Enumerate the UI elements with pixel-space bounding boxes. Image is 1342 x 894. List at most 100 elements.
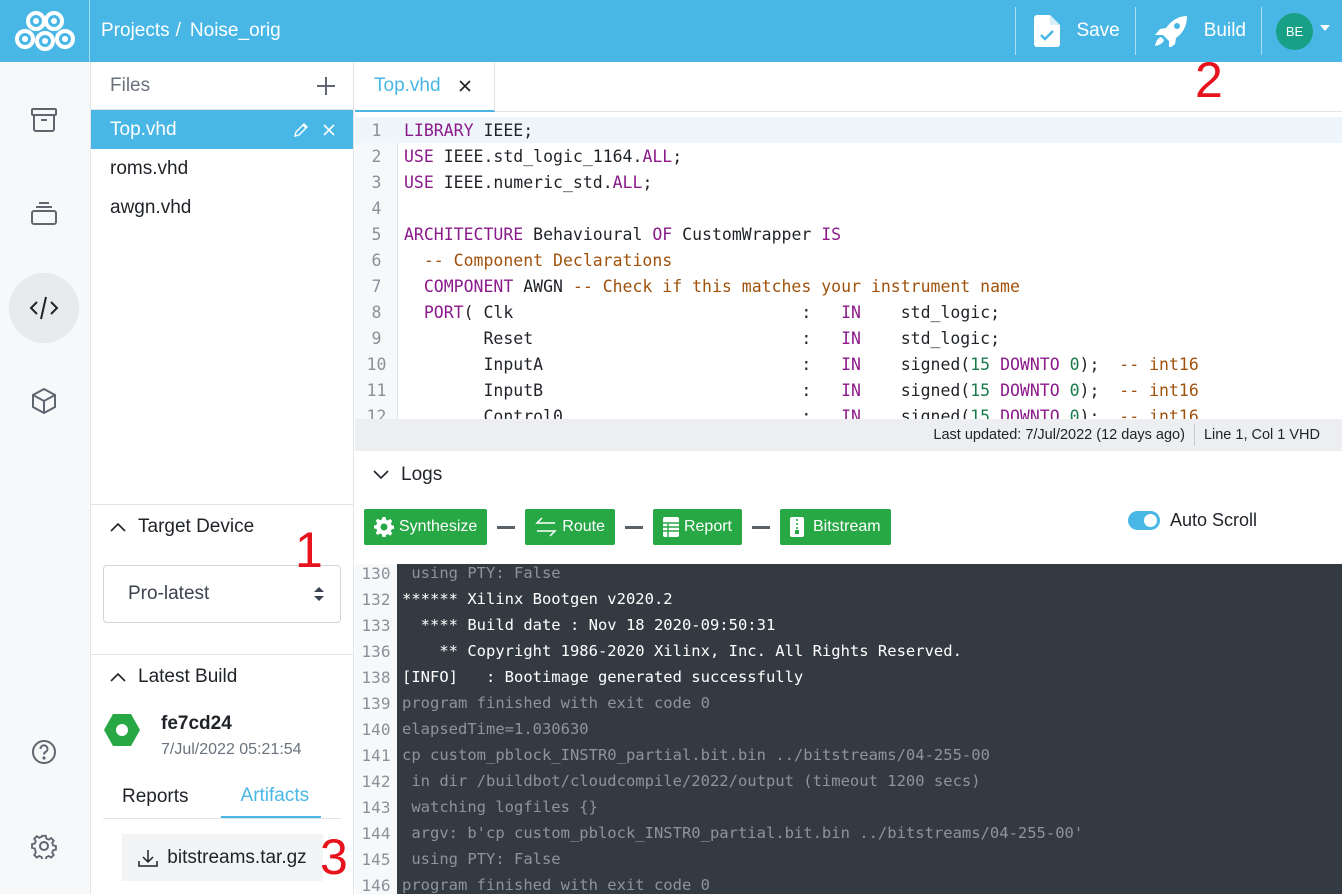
rail-item-code[interactable] [9,273,79,343]
log-line-number: 133 [361,615,391,635]
code-token: OF [652,224,673,244]
rail-item-help[interactable] [9,717,79,787]
step-route[interactable]: Route [525,509,615,545]
latest-build-title: Latest Build [138,666,238,687]
code-token: InputA : [404,354,842,374]
code-line: 9 Reset : IN std_logic; [355,325,1342,351]
top-bar: Projects / Noise_orig Save Build BE [0,0,1342,62]
step-report[interactable]: Report [652,509,742,545]
close-icon[interactable] [323,123,335,136]
code-token: IEEE.std_logic_1164. [433,146,643,166]
log-line-number: 145 [361,849,391,869]
step-label: Bitstream [813,518,881,535]
code-token: ; [672,146,683,166]
editor-tabbar: Top.vhd [355,62,1342,112]
tab-artifacts[interactable]: Artifacts [220,775,322,818]
logs-title: Logs [401,464,443,485]
artifact-name: bitstreams.tar.gz [167,846,307,868]
editor-tab-label: Top.vhd [374,75,441,96]
close-tab-icon[interactable] [458,80,471,92]
autoscroll-toggle[interactable]: Auto Scroll [1128,510,1257,531]
rail-item-stack[interactable] [9,178,79,248]
artifact-download-button[interactable]: bitstreams.tar.gz [122,834,323,881]
log-line-number: 144 [361,823,391,843]
code-token: USE [404,172,434,192]
file-zip-icon [790,517,804,537]
file-item-roms[interactable]: roms.vhd [91,149,353,188]
logo[interactable] [0,0,90,62]
code-token: 0 [1069,406,1080,420]
log-line-number: 130 [361,564,391,583]
logs-header[interactable]: Logs [373,462,442,488]
log-line-number: 142 [361,771,391,791]
code-text: Control0 : IN signed(15 DOWNTO 0); -- in… [398,406,1199,420]
code-token: DOWNTO [1000,354,1060,374]
log-line: 141 cp custom_pblock_INSTR0_partial.bit.b… [355,742,1342,768]
rail-item-settings[interactable] [9,811,79,881]
code-line: 5 ARCHITECTURE Behavioural OF CustomWrapp… [355,221,1342,247]
line-number: 9 [371,328,382,348]
code-token: AWGN [513,276,573,296]
log-line: 130 using PTY: False [355,564,1342,586]
user-menu[interactable]: BE [1262,0,1342,62]
rail-item-archive[interactable] [9,85,79,155]
log-line: 139 program finished with exit code 0 [355,690,1342,716]
file-item-top[interactable]: Top.vhd [91,110,353,149]
log-text: [INFO] : Bootimage generated successfull… [402,668,804,686]
build-label: Build [1203,20,1246,41]
rail-item-cube[interactable] [9,366,79,436]
log-text: ** Copyright 1986-2020 Xilinx, Inc. All … [402,642,962,660]
file-name: awgn.vhd [110,196,192,218]
log-line: 140 elapsedTime=1.030630 [355,716,1342,742]
annotation-3: 3 [320,829,348,885]
code-token: Control0 : [404,406,842,420]
code-editor[interactable]: 1 LIBRARY IEEE; 2 USE IEEE.std_logic_1164.A… [355,117,1342,419]
add-file-icon[interactable] [317,76,335,95]
line-number: 11 [366,380,387,400]
save-label: Save [1076,20,1120,41]
log-line: 142 in dir /buildbot/cloudcompile/2022/o… [355,768,1342,794]
code-token: signed( [860,406,971,420]
latest-build-section: Latest Build fe7cd24 7/Jul/2022 05:21:54… [91,654,354,894]
log-line: 144 argv: b'cp custom_pblock_INSTR0_part… [355,820,1342,846]
help-icon [32,740,56,764]
code-token: IN [841,354,861,374]
tab-reports[interactable]: Reports [103,775,208,818]
log-text: ****** Xilinx Bootgen v2020.2 [402,590,673,608]
code-token: CustomWrapper [672,224,822,244]
save-button[interactable]: Save [1016,0,1134,62]
code-line: 12 Control0 : IN signed(15 DOWNTO 0); --… [355,403,1342,420]
code-token: IEEE; [473,120,534,140]
log-text: cp custom_pblock_INSTR0_partial.bit.bin … [402,746,990,764]
project-name: Noise_orig [189,20,281,41]
latest-build-header[interactable]: Latest Build [91,655,354,699]
code-token: Behavioural [523,224,653,244]
code-token: signed( [860,354,971,374]
code-token: std_logic; [860,328,1001,348]
code-token: std_logic; [861,302,1001,322]
step-synthesize[interactable]: Synthesize [364,509,488,545]
log-text: program finished with exit code 0 [402,694,710,712]
step-bitstream[interactable]: Bitstream [780,509,891,545]
log-console[interactable]: 130 using PTY: False 132 ****** Xilinx Boo… [355,564,1342,894]
log-line: 136 ** Copyright 1986-2020 Xilinx, Inc. … [355,638,1342,664]
editor-tab-top[interactable]: Top.vhd [355,62,495,112]
logo-icon [14,11,75,51]
line-number: 7 [371,276,382,296]
chevron-down-icon [373,470,389,480]
code-token: -- int16 [1119,406,1199,420]
log-line: 132 ****** Xilinx Bootgen v2020.2 [355,586,1342,612]
file-item-awgn[interactable]: awgn.vhd [91,188,353,227]
file-name: Top.vhd [110,118,177,140]
breadcrumb-projects[interactable]: Projects [101,20,170,42]
code-line: 7 COMPONENT AWGN -- Check if this matche… [355,273,1342,299]
build-hash[interactable]: fe7cd24 [161,713,302,735]
swap-icon [535,517,558,537]
edit-icon[interactable] [294,122,309,137]
code-token: ); [1079,354,1120,374]
toggle-switch[interactable] [1128,511,1160,530]
